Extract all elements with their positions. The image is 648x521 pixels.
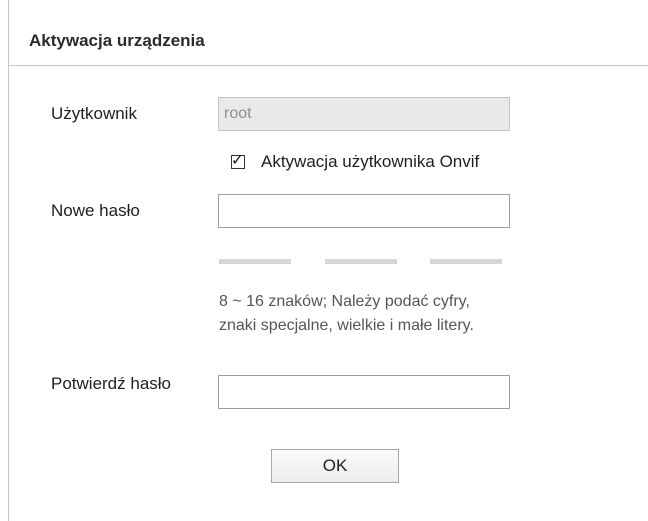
new-password-field[interactable] [218, 194, 510, 228]
password-strength-meter [219, 259, 509, 265]
onvif-activation-row[interactable]: ✓ Aktywacja użytkownika Onvif [231, 151, 479, 173]
confirm-password-label: Potwierdź hasło [51, 374, 172, 393]
new-password-label: Nowe hasło [51, 201, 140, 220]
user-field [218, 97, 510, 131]
password-hint-line-2: znaki specjalne, wielkie i małe litery. [219, 317, 474, 334]
ok-button[interactable]: OK [271, 449, 399, 483]
strength-bar-strong [430, 259, 502, 264]
dialog-header: Aktywacja urządzenia [9, 0, 648, 66]
password-hint-line-1: 8 ~ 16 znaków; Należy podać cyfry, [219, 293, 470, 310]
strength-bar-weak [219, 259, 291, 264]
confirm-password-field[interactable] [218, 375, 510, 409]
dialog-title: Aktywacja urządzenia [29, 31, 205, 50]
onvif-activation-label: Aktywacja użytkownika Onvif [261, 152, 480, 171]
onvif-activation-checkbox[interactable]: ✓ [231, 151, 245, 169]
user-label: Użytkownik [51, 104, 137, 123]
activation-dialog: Aktywacja urządzenia Użytkownik ✓ Aktywa… [8, 0, 648, 521]
checkmark-icon: ✓ [231, 151, 244, 169]
strength-bar-medium [325, 259, 397, 264]
password-hint: 8 ~ 16 znaków; Należy podać cyfry, znaki… [219, 290, 474, 338]
